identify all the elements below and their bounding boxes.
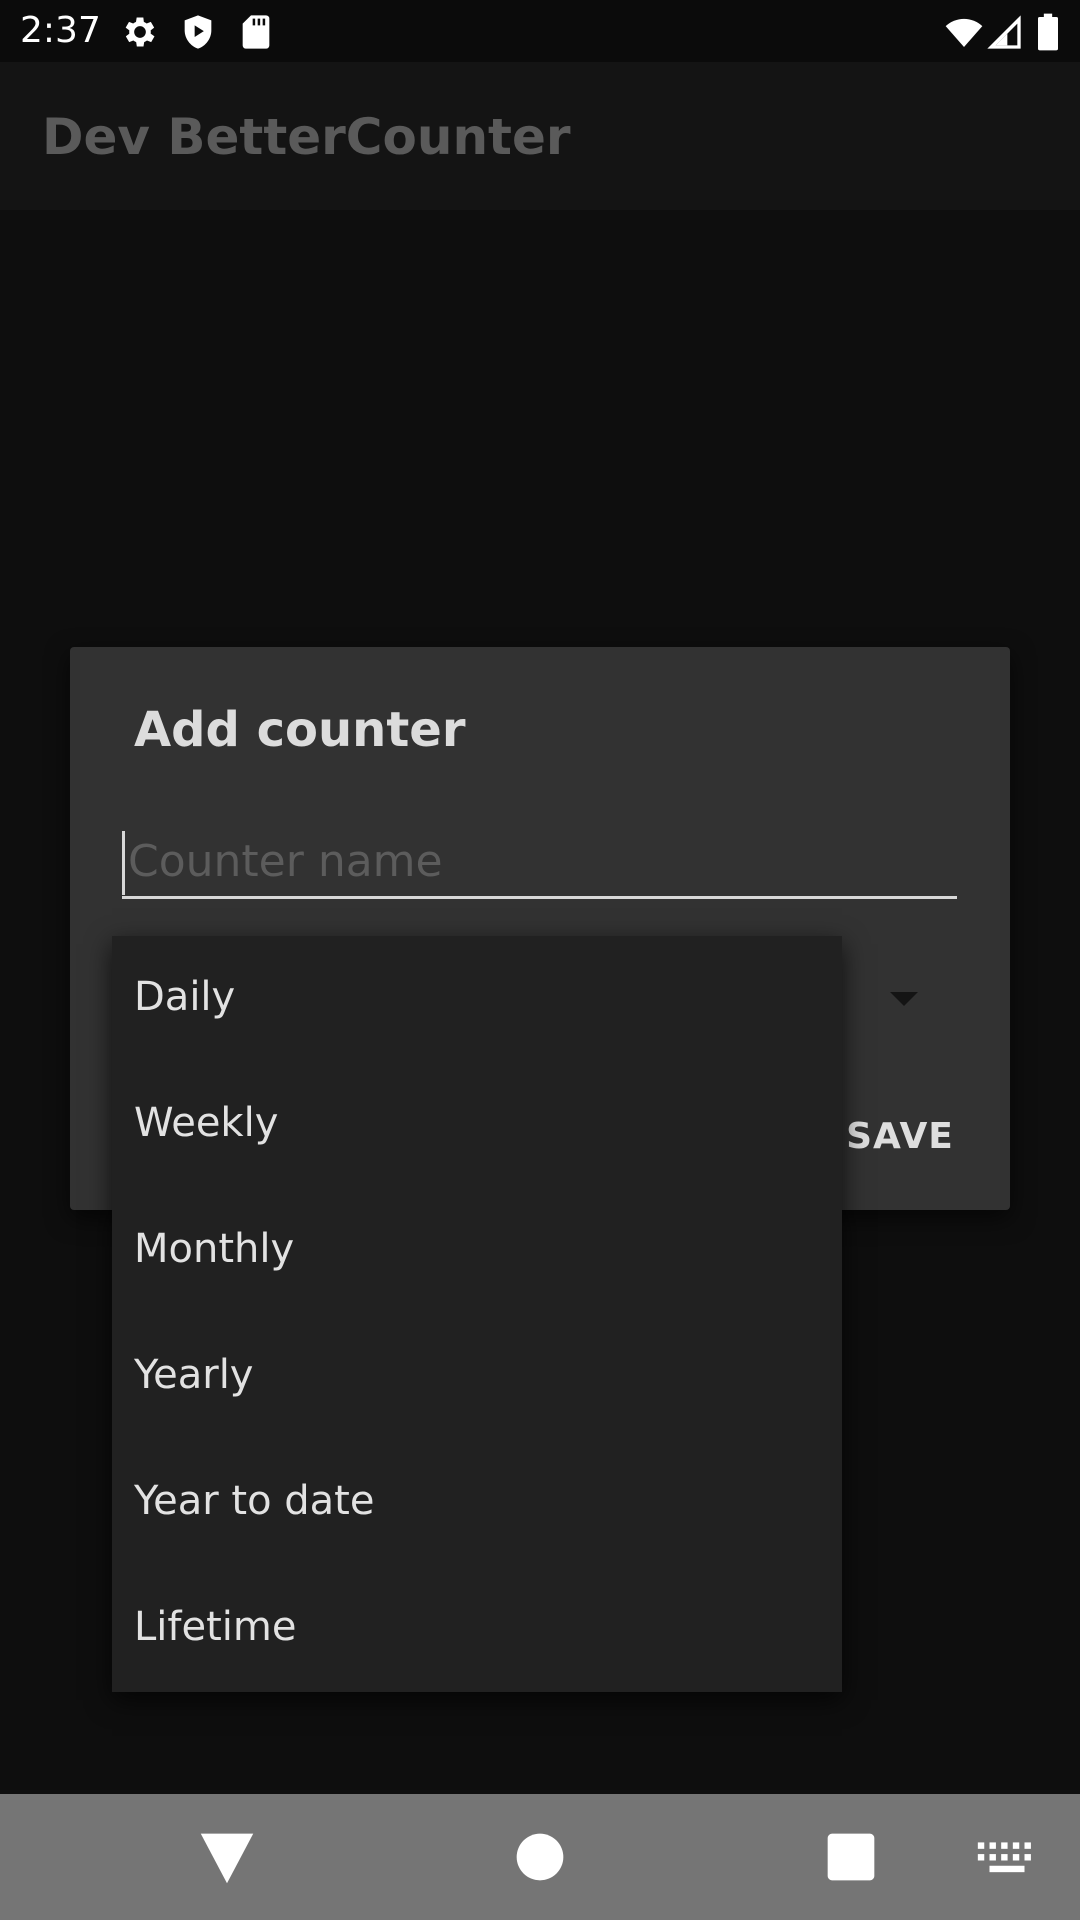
dropdown-item-monthly[interactable]: Monthly [112,1188,842,1314]
cell-signal-icon [984,12,1024,52]
dropdown-item-daily[interactable]: Daily [112,936,842,1062]
recents-icon[interactable] [816,1822,886,1892]
dropdown-item-weekly[interactable]: Weekly [112,1062,842,1188]
app-bar: Dev BetterCounter [0,62,1080,210]
dropdown-item-label: Monthly [134,1226,295,1272]
keyboard-icon[interactable] [972,1822,1042,1892]
home-icon[interactable] [505,1822,575,1892]
status-time: 2:37 [20,10,101,51]
app-title: Dev BetterCounter [42,108,571,166]
screen: 2:37 Dev BetterCounter Add counter SAVE [0,0,1080,1920]
navigation-bar [0,1794,1080,1920]
sd-card-icon [236,12,276,52]
dropdown-item-label: Lifetime [134,1604,297,1650]
dropdown-item-label: Year to date [134,1478,375,1524]
counter-name-input[interactable] [122,827,957,899]
battery-icon [1028,12,1068,52]
dropdown-arrow-icon[interactable] [890,992,918,1006]
dropdown-item-yearly[interactable]: Yearly [112,1314,842,1440]
gear-icon [120,12,160,52]
dropdown-item-label: Daily [134,974,236,1020]
wifi-icon [944,12,984,52]
text-cursor [122,831,125,895]
dialog-title: Add counter [134,702,466,758]
save-button[interactable]: SAVE [830,1107,970,1167]
dropdown-item-label: Yearly [134,1352,254,1398]
dropdown-item-label: Weekly [134,1100,279,1146]
status-bar: 2:37 [0,0,1080,62]
dropdown-item-year-to-date[interactable]: Year to date [112,1440,842,1566]
interval-dropdown: Daily Weekly Monthly Yearly Year to date… [112,936,842,1692]
back-icon[interactable] [192,1822,262,1892]
dropdown-item-lifetime[interactable]: Lifetime [112,1566,842,1692]
shield-play-icon [178,12,218,52]
